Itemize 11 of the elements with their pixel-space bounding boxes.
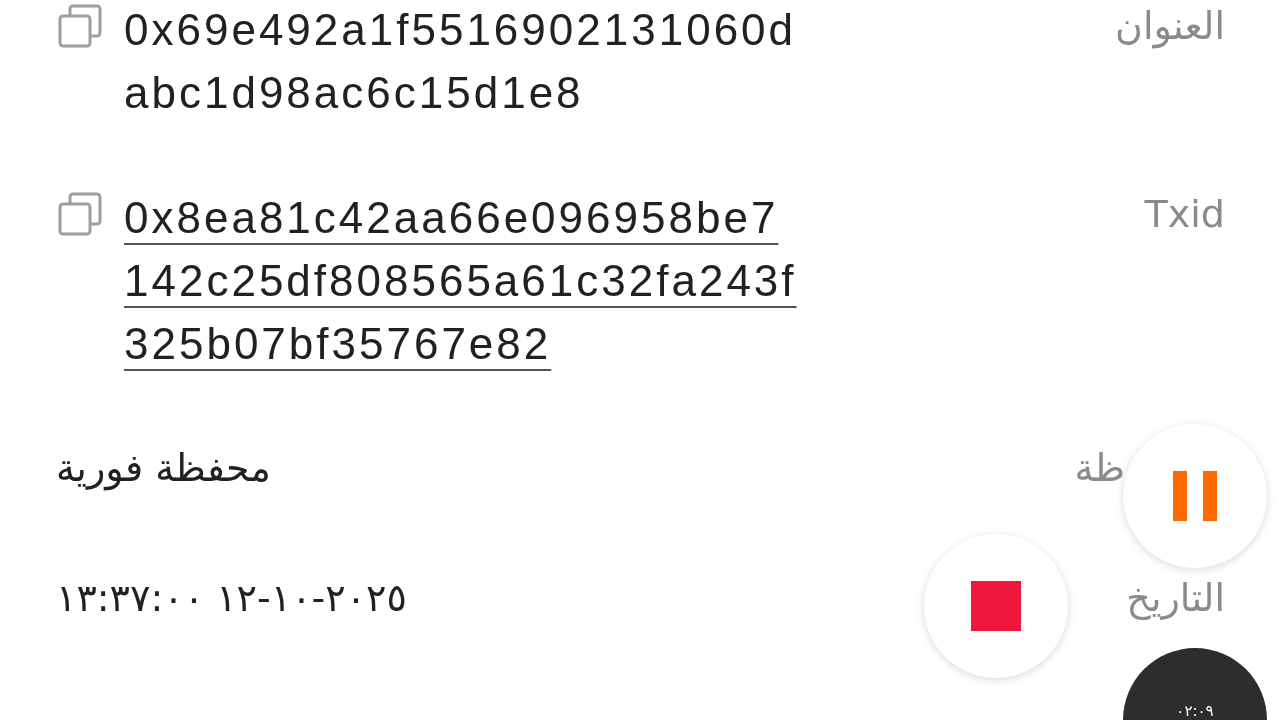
address-value: 0x69e492a1f5516902131060dabc1d98ac6c15d1e8 [124,4,798,119]
timer-text: ٠٢:٠٩ [1176,702,1214,720]
field-value: ٢٠٢٥-١٠-١٢ ١٣:٣٧:٠٠ [56,574,407,622]
transaction-id-link[interactable]: 0x8ea81c42aa66e096958be7142c25df808565a61c32fa243f325b07bf35767e82 [124,186,804,375]
field-label: Txid [1144,191,1225,238]
copy-icon[interactable] [56,2,104,50]
field-label: التاريخ [1126,574,1225,622]
field-label: العنوان [1114,3,1225,51]
copy-icon[interactable] [56,190,104,238]
field-value: محفظة فورية [56,444,271,493]
field-label: ظة [1074,444,1125,492]
